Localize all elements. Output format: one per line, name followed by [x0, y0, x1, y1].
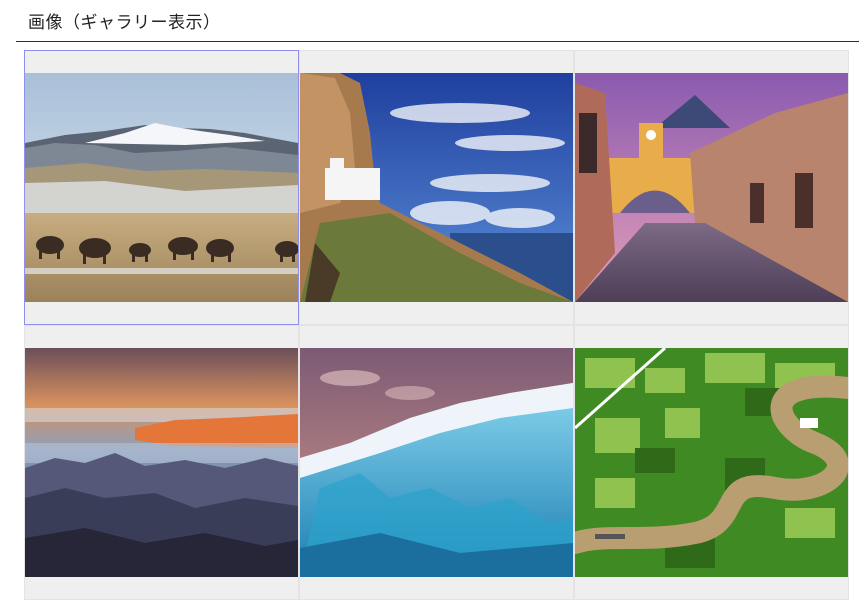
- title-divider: [16, 41, 859, 42]
- thumbnail-cliff-monastery[interactable]: [300, 73, 573, 302]
- gallery-item-ice-ridge[interactable]: [299, 325, 574, 600]
- page-title: 画像（ギャラリー表示）: [28, 13, 221, 33]
- thumbnail-colonial-street-arch[interactable]: [575, 73, 848, 302]
- image-gallery-grid: [24, 50, 849, 600]
- gallery-item-cliff-monastery[interactable]: [299, 50, 574, 325]
- gallery-item-colonial-street-arch[interactable]: [574, 50, 849, 325]
- gallery-item-bison-mountains[interactable]: [24, 50, 299, 325]
- gallery-item-river-rice-fields[interactable]: [574, 325, 849, 600]
- thumbnail-ice-ridge[interactable]: [300, 348, 573, 577]
- gallery-item-canyon-sunrise[interactable]: [24, 325, 299, 600]
- thumbnail-bison-mountains[interactable]: [25, 73, 298, 302]
- thumbnail-canyon-sunrise[interactable]: [25, 348, 298, 577]
- thumbnail-river-rice-fields[interactable]: [575, 348, 848, 577]
